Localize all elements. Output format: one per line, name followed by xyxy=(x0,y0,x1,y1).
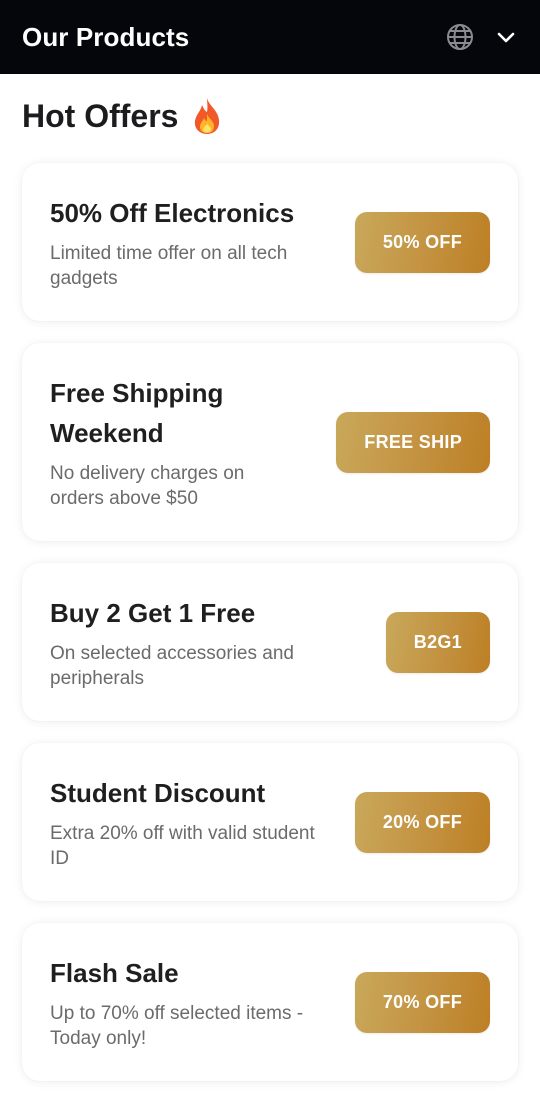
offer-badge-button[interactable]: B2G1 xyxy=(385,611,490,673)
page-title: Our Products xyxy=(22,21,190,52)
offer-card-text: 50% Off Electronics Limited time offer o… xyxy=(50,193,320,291)
offer-badge-button[interactable]: 20% OFF xyxy=(354,791,490,853)
offer-badge-button[interactable]: FREE SHIP xyxy=(336,411,490,473)
language-button[interactable] xyxy=(444,21,476,53)
offer-badge-button[interactable]: 50% OFF xyxy=(354,211,490,273)
section-heading: Hot Offers xyxy=(22,96,224,136)
offer-card-text: Flash Sale Up to 70% off selected items … xyxy=(50,953,335,1051)
offer-card-text: Student Discount Extra 20% off with vali… xyxy=(50,773,320,871)
offer-title: Free Shipping Weekend xyxy=(50,378,224,448)
offer-description: Extra 20% off with valid student ID xyxy=(50,823,315,869)
app-bar: Our Products xyxy=(0,0,540,74)
chevron-down-icon xyxy=(497,32,515,43)
section-title: Hot Offers xyxy=(22,97,179,134)
offer-card-flash-sale[interactable]: Flash Sale Up to 70% off selected items … xyxy=(22,923,518,1081)
offer-card-student-discount[interactable]: Student Discount Extra 20% off with vali… xyxy=(22,743,518,901)
offer-description: Limited time offer on all tech gadgets xyxy=(50,243,288,289)
offer-card-buy-2-get-1[interactable]: Buy 2 Get 1 Free On selected accessories… xyxy=(22,563,518,721)
fire-icon xyxy=(190,96,224,136)
offer-title: Student Discount xyxy=(50,778,266,808)
offer-description: On selected accessories and peripherals xyxy=(50,643,294,689)
offer-card-text: Buy 2 Get 1 Free On selected accessories… xyxy=(50,593,330,691)
offer-card-free-shipping[interactable]: Free Shipping Weekend No delivery charge… xyxy=(22,343,518,541)
offer-title: Buy 2 Get 1 Free xyxy=(50,598,256,628)
header-actions xyxy=(444,21,522,53)
offer-card-electronics[interactable]: 50% Off Electronics Limited time offer o… xyxy=(22,163,518,321)
offer-badge-button[interactable]: 70% OFF xyxy=(354,971,490,1033)
offer-description: No delivery charges on orders above $50 xyxy=(50,463,245,509)
globe-icon xyxy=(447,24,473,50)
menu-dropdown-button[interactable] xyxy=(490,21,522,53)
offer-title: 50% Off Electronics xyxy=(50,198,295,228)
offer-description: Up to 70% off selected items - Today onl… xyxy=(50,1003,304,1049)
offer-title: Flash Sale xyxy=(50,958,179,988)
offer-card-text: Free Shipping Weekend No delivery charge… xyxy=(50,373,290,511)
